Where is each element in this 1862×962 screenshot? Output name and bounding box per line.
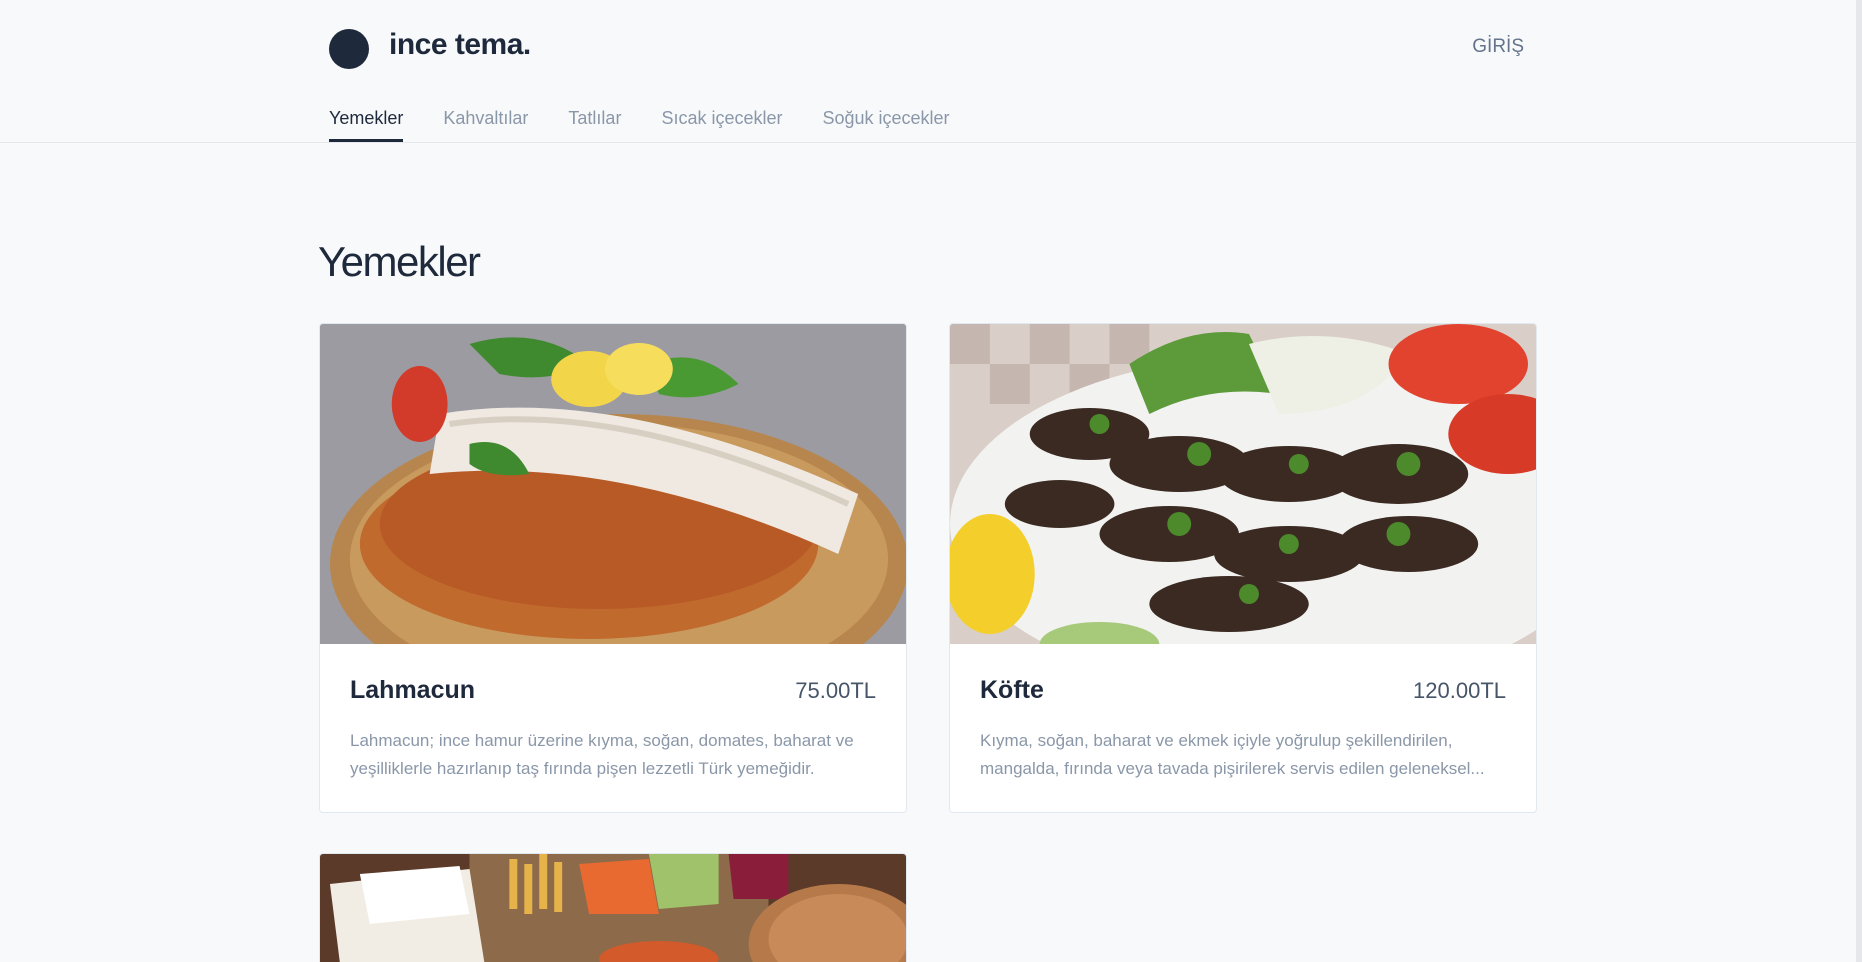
tab-soguk-icecekler[interactable]: Soğuk içecekler [822,108,949,139]
tab-yemekler[interactable]: Yemekler [329,108,404,142]
category-nav: Yemekler Kahvaltılar Tatlılar Sıcak içec… [329,108,990,142]
logo-icon[interactable] [329,29,369,69]
section-title: Yemekler [318,238,481,285]
product-name: Köfte [980,676,1044,704]
product-price: 75.00TL [795,678,876,703]
site-header: ince tema. GİRİŞ Yemekler Kahvaltılar Ta… [0,0,1856,143]
page-scrollbar[interactable] [1856,0,1862,962]
login-link[interactable]: GİRİŞ [1472,36,1524,58]
product-name: Lahmacun [350,676,476,704]
tab-sicak-icecekler[interactable]: Sıcak içecekler [661,108,782,139]
product-description: Kıyma, soğan, baharat ve ekmek içiyle yo… [980,731,1485,778]
product-description: Lahmacun; ince hamur üzerine kıyma, soğa… [350,731,854,778]
tab-kahvaltilar[interactable]: Kahvaltılar [443,108,528,139]
product-card[interactable]: Lahmacun 75.00TL Lahmacun; ince hamur üz… [319,323,907,813]
kofte-image [950,324,1536,644]
product-price: 120.00TL [1413,678,1506,703]
product-card[interactable] [319,853,907,962]
lahmacun-image [320,324,906,644]
brand-name[interactable]: ince tema. [389,28,531,62]
product-card[interactable]: Köfte 120.00TL Kıyma, soğan, baharat ve … [949,323,1537,813]
breakfast-image [320,854,906,962]
tab-tatlilar[interactable]: Tatlılar [568,108,621,139]
